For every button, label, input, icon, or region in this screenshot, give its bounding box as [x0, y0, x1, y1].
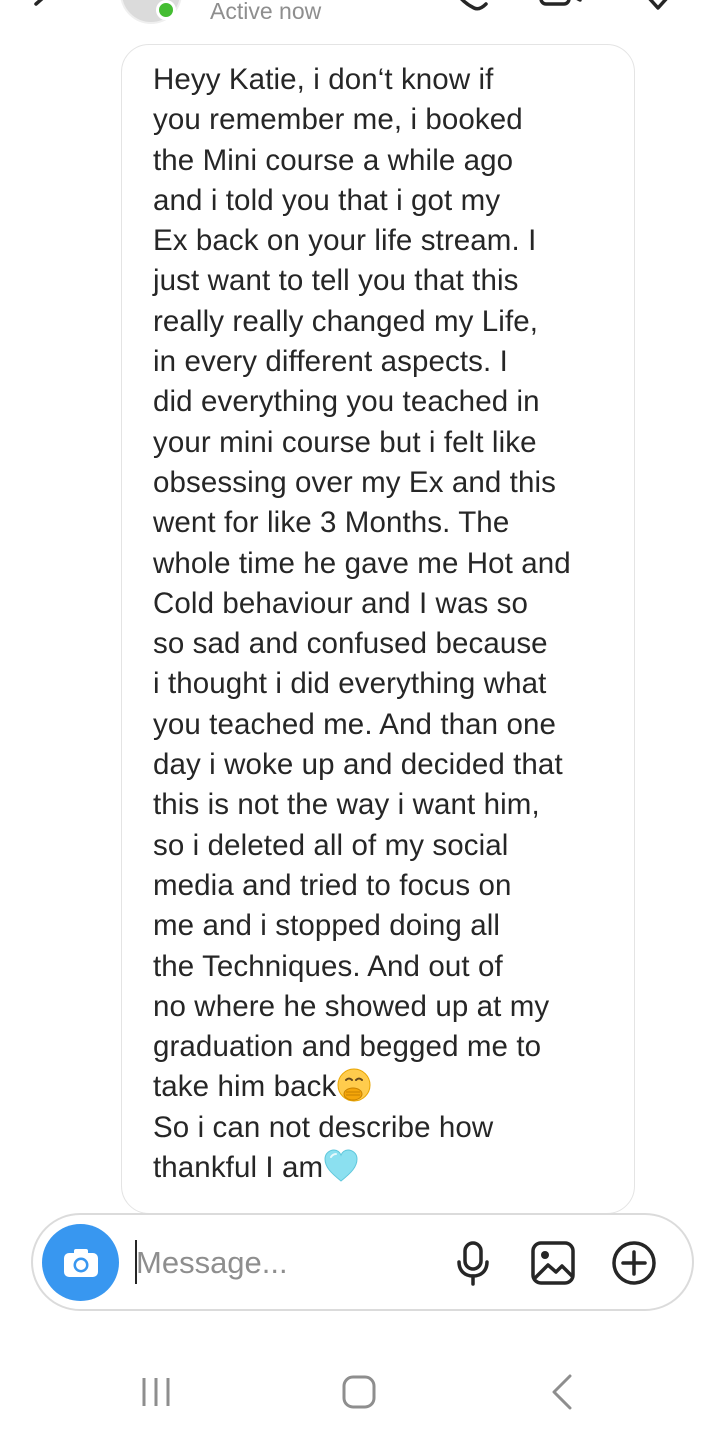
active-status-text: Active now	[210, 0, 322, 24]
camera-button[interactable]	[42, 1224, 119, 1301]
face-with-hand-over-mouth-emoji	[336, 1067, 372, 1103]
arrow-back-icon[interactable]	[26, 0, 66, 18]
add-circle-icon[interactable]	[611, 1240, 657, 1286]
video-camera-icon[interactable]	[538, 0, 582, 14]
info-icon[interactable]	[636, 0, 680, 14]
back-icon[interactable]	[540, 1370, 584, 1414]
dm-thread-screen: Active now Heyy Katie, i don‘t know if y…	[0, 0, 725, 1440]
gallery-icon[interactable]	[530, 1240, 576, 1286]
recents-icon[interactable]	[136, 1370, 180, 1414]
phone-icon[interactable]	[448, 0, 492, 14]
chat-header: Active now	[0, 0, 725, 40]
message-text-main: Heyy Katie, i don‘t know if you remember…	[153, 63, 571, 1104]
active-status-dot	[156, 0, 176, 20]
light-blue-heart-emoji	[323, 1148, 359, 1184]
message-text: Heyy Katie, i don‘t know if you remember…	[153, 60, 613, 1188]
microphone-icon[interactable]	[450, 1240, 496, 1286]
home-icon[interactable]	[337, 1370, 381, 1414]
message-input[interactable]	[136, 1238, 436, 1288]
camera-icon	[63, 1248, 98, 1277]
